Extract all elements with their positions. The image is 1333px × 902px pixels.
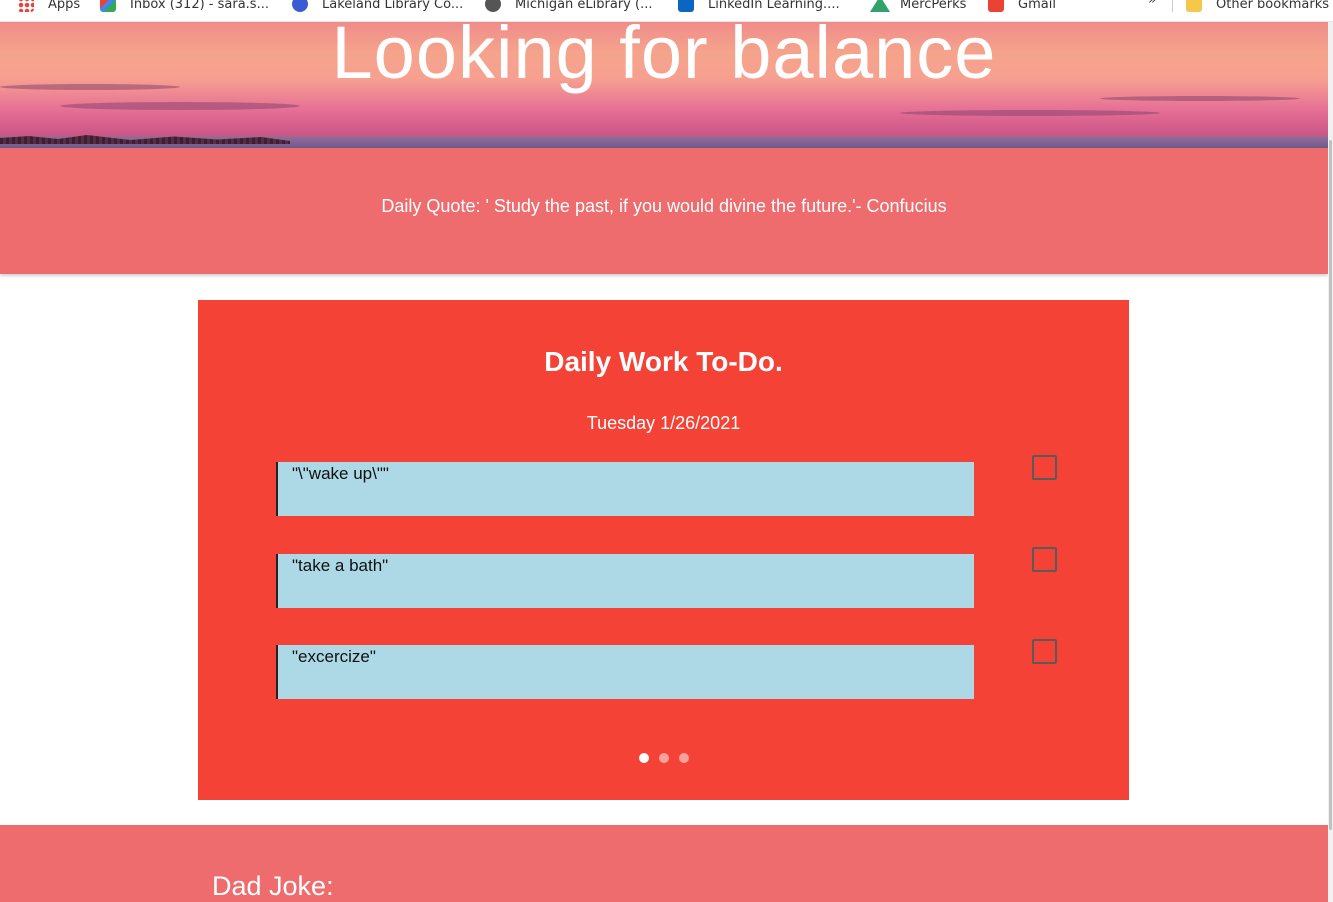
bookmark-michigan-elibrary[interactable]: Michigan eLibrary (...: [485, 0, 652, 16]
bookmark-label: Gmail: [1018, 0, 1056, 12]
linkedin-icon: [678, 0, 694, 12]
carousel-dot[interactable]: [658, 753, 669, 763]
bookmark-inbox[interactable]: Inbox (312) - sara.s...: [100, 0, 269, 16]
task-input[interactable]: "take a bath": [276, 554, 974, 608]
bookmark-label: Lakeland Library Co...: [322, 0, 464, 12]
bookmark-lakeland-library[interactable]: Lakeland Library Co...: [292, 0, 463, 16]
task-checkbox[interactable]: [1032, 455, 1057, 480]
globe-icon: [485, 0, 501, 12]
hero-banner: Looking for balance: [0, 22, 1328, 148]
carousel-dot[interactable]: [638, 753, 649, 763]
apps-grid-icon: [18, 0, 34, 12]
todo-carousel: Daily Work To-Do. Tuesday 1/26/2021 "\"w…: [198, 300, 1129, 800]
todo-title: Daily Work To-Do.: [544, 346, 783, 377]
gmail-icon: [988, 0, 1004, 12]
bookmark-linkedin-learning[interactable]: LinkedIn Learning....: [678, 0, 840, 16]
library-icon: [292, 0, 308, 12]
task-checkbox[interactable]: [1032, 639, 1057, 664]
cloud: [1100, 96, 1300, 101]
bookmark-label: MercPerks: [900, 0, 967, 12]
bookmarks-divider: [1172, 0, 1173, 12]
page-scrollbar[interactable]: [1328, 22, 1333, 902]
bookmark-gmail[interactable]: Gmail: [988, 0, 1056, 16]
task-input[interactable]: "\"wake up\"": [276, 462, 974, 516]
task-input[interactable]: "excercize": [276, 645, 974, 699]
bookmark-label: LinkedIn Learning....: [708, 0, 840, 12]
bookmark-other[interactable]: Other bookmarks: [1186, 0, 1329, 16]
bookmark-mercperks[interactable]: MercPerks: [870, 0, 966, 16]
bookmark-label: Michigan eLibrary (...: [515, 0, 653, 12]
bookmark-label: Inbox (312) - sara.s...: [130, 0, 269, 12]
bookmarks-bar: Apps Inbox (312) - sara.s... Lakeland Li…: [0, 0, 1333, 22]
cloud: [900, 110, 1160, 116]
hero-title: Looking for balance: [331, 22, 997, 94]
quote-section: Daily Quote: ' Study the past, if you wo…: [0, 148, 1328, 274]
bookmark-label: Other bookmarks: [1216, 0, 1330, 12]
mercperks-icon: [870, 0, 890, 12]
todo-date: Tuesday 1/26/2021: [586, 413, 741, 433]
bookmark-apps[interactable]: Apps: [18, 0, 80, 16]
scrollbar-thumb[interactable]: [1329, 140, 1332, 830]
gmail-icon: [100, 0, 116, 12]
cloud: [60, 102, 300, 110]
carousel-dot[interactable]: [678, 753, 689, 763]
daily-quote: Daily Quote: ' Study the past, if you wo…: [381, 196, 947, 216]
carousel-indicators: [198, 753, 1129, 763]
dad-joke-section: Dad Joke:: [0, 825, 1328, 902]
dad-joke-title: Dad Joke:: [212, 871, 334, 901]
bookmark-label: Apps: [48, 0, 81, 12]
task-checkbox[interactable]: [1032, 547, 1057, 572]
folder-icon: [1186, 0, 1202, 12]
more-bookmarks-button[interactable]: »: [1148, 0, 1157, 8]
